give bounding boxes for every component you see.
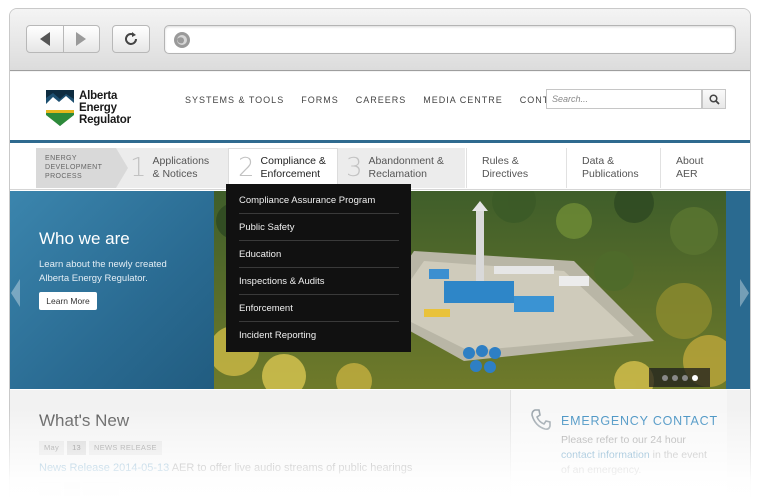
search-input[interactable]: Search... (546, 89, 702, 109)
emergency-text-before: Please refer to our 24 hour (561, 434, 686, 446)
nav-link-line: Data & (582, 155, 615, 167)
process-arrow (116, 148, 128, 188)
carousel-pagination (649, 368, 710, 387)
nav-link-careers[interactable]: CAREERS (356, 95, 407, 105)
news-tag-placeholder (83, 482, 119, 496)
step-label-line: Compliance & (260, 155, 326, 167)
step-number: 1 (130, 153, 147, 183)
nav-link-line: Directives (482, 168, 529, 180)
content-area: What's New May 13 NEWS RELEASE News Rele… (10, 390, 750, 499)
news-tag-placeholder (64, 482, 80, 496)
nav-link-label: Data & Publications (582, 155, 639, 181)
step-label: Compliance & Enforcement (261, 155, 326, 181)
menu-item-inspections-audits[interactable]: Inspections & Audits (239, 268, 399, 295)
menu-item-education[interactable]: Education (239, 241, 399, 268)
forward-button[interactable] (62, 26, 99, 52)
hero-panel: Who we are Learn about the newly created… (10, 191, 214, 389)
menu-item-incident-reporting[interactable]: Incident Reporting (239, 322, 399, 349)
step-label-line: Applications (152, 155, 210, 167)
globe-icon (174, 32, 190, 48)
site-header: Alberta Energy Regulator SYSTEMS & TOOLS… (10, 72, 750, 143)
aer-logo[interactable]: Alberta Energy Regulator (46, 90, 131, 126)
carousel-dot-active[interactable] (691, 374, 698, 381)
news-link[interactable]: News Release 2014-05-13 (39, 462, 169, 474)
carousel-dot[interactable] (661, 374, 668, 381)
contact-info-link[interactable]: contact information (561, 449, 650, 461)
reload-icon (125, 32, 137, 45)
whats-new-heading: What's New (39, 411, 130, 430)
step-number: 2 (238, 153, 255, 183)
hero-side-strip (726, 191, 750, 389)
logo-text: Alberta Energy Regulator (79, 90, 131, 126)
step-applications[interactable]: 1 Applications & Notices (130, 148, 209, 188)
aer-logo-icon (46, 90, 74, 126)
menu-item-enforcement[interactable]: Enforcement (239, 295, 399, 322)
emergency-title: EMERGENCY CONTACT (561, 414, 718, 428)
history-buttons (26, 25, 100, 53)
search-placeholder: Search... (552, 94, 589, 104)
carousel-next-icon[interactable] (740, 279, 749, 307)
news-item: News Release 2014-05-13 AER to offer liv… (39, 462, 412, 474)
step-label-line: Enforcement (260, 168, 321, 180)
nav-link-line: Rules & (482, 155, 519, 167)
step-label-line: & Notices (152, 168, 198, 180)
nav-link-label: About AER (676, 155, 703, 181)
nav-link-line: Publications (582, 168, 639, 180)
nav-link-label: Rules & Directives (482, 155, 528, 181)
phone-icon (531, 409, 551, 430)
step-number: 3 (346, 153, 363, 183)
step-compliance[interactable]: 2 Compliance & Enforcement (238, 148, 326, 188)
news-day: 13 (67, 441, 87, 455)
search-icon (708, 93, 720, 105)
carousel-dot[interactable] (671, 374, 678, 381)
hero-title: Who we are (39, 229, 130, 248)
nav-rules-directives[interactable]: Rules & Directives (466, 148, 566, 188)
browser-toolbar (10, 9, 750, 71)
step-label: Applications & Notices (153, 155, 210, 181)
process-label-line: DEVELOPMENT (45, 164, 103, 171)
carousel-dot[interactable] (681, 374, 688, 381)
step-label-line: Abandonment & (368, 155, 444, 167)
reload-button[interactable] (112, 25, 150, 53)
logo-line: Energy (79, 102, 117, 114)
nav-link-media-centre[interactable]: MEDIA CENTRE (423, 95, 503, 105)
nav-link-systems-tools[interactable]: SYSTEMS & TOOLS (185, 95, 284, 105)
process-label-line: PROCESS (45, 173, 83, 180)
step-label-line: Reclamation (368, 168, 427, 180)
learn-more-button[interactable]: Learn More (39, 292, 97, 310)
back-button[interactable] (27, 26, 63, 52)
next-news-meta (39, 482, 119, 496)
emergency-text: Please refer to our 24 hour contact info… (561, 433, 711, 478)
utility-nav: SYSTEMS & TOOLS FORMS CAREERS MEDIA CENT… (185, 95, 604, 105)
process-label: ENERGY DEVELOPMENT PROCESS (36, 148, 116, 188)
news-text: AER to offer live audio streams of publi… (169, 462, 413, 474)
main-nav: ENERGY DEVELOPMENT PROCESS 1 Application… (10, 143, 750, 190)
browser-window: Alberta Energy Regulator SYSTEMS & TOOLS… (9, 8, 751, 500)
forward-arrow-icon (76, 32, 87, 46)
nav-data-publications[interactable]: Data & Publications (566, 148, 660, 188)
address-bar[interactable] (164, 25, 736, 54)
back-arrow-icon (39, 32, 50, 46)
nav-about-aer[interactable]: About AER (660, 148, 726, 188)
carousel-prev-icon[interactable] (11, 279, 20, 307)
news-tag-placeholder (39, 482, 61, 496)
news-meta: May 13 NEWS RELEASE (39, 441, 162, 455)
emergency-contact-panel: EMERGENCY CONTACT Please refer to our 24… (510, 390, 727, 499)
nav-link-line: AER (676, 168, 698, 180)
menu-item-compliance-assurance[interactable]: Compliance Assurance Program (239, 187, 399, 214)
logo-line: Regulator (79, 114, 131, 126)
compliance-dropdown: Compliance Assurance Program Public Safe… (226, 184, 411, 352)
menu-item-public-safety[interactable]: Public Safety (239, 214, 399, 241)
hero-text: Learn about the newly created Alberta En… (39, 259, 167, 284)
process-label-line: ENERGY (45, 155, 77, 162)
news-month: May (39, 441, 65, 455)
nav-link-forms[interactable]: FORMS (301, 95, 339, 105)
news-type-badge: NEWS RELEASE (89, 441, 162, 455)
search-button[interactable] (702, 89, 726, 109)
nav-link-line: About (676, 155, 704, 167)
logo-line: Alberta (79, 90, 118, 102)
step-abandonment[interactable]: 3 Abandonment & Reclamation (346, 148, 444, 188)
web-page: Alberta Energy Regulator SYSTEMS & TOOLS… (10, 72, 750, 499)
step-label: Abandonment & Reclamation (369, 155, 444, 181)
